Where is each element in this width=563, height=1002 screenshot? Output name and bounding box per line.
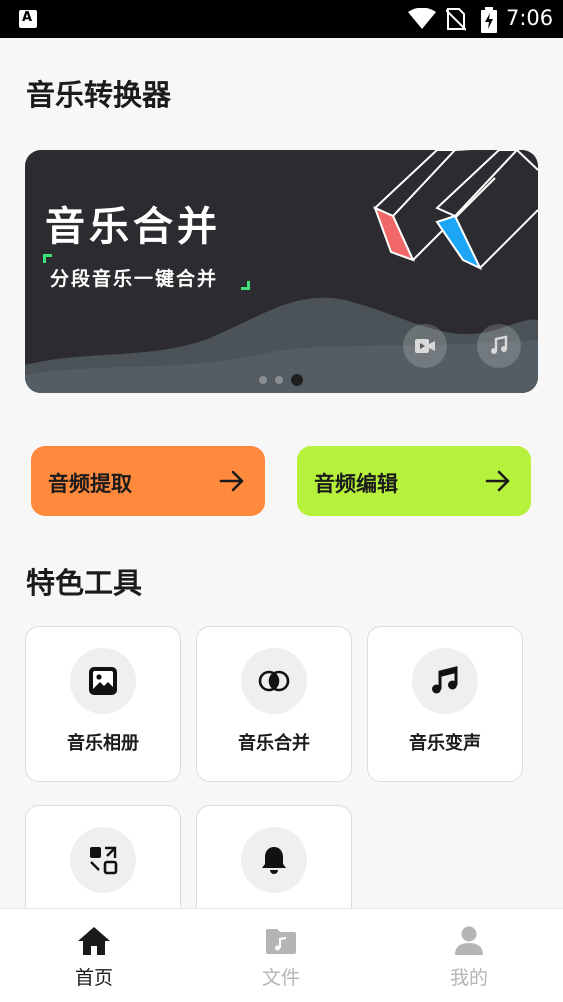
arrow-right-icon	[485, 470, 510, 492]
tool-icon-circle	[241, 827, 307, 893]
bracket-decoration	[43, 254, 52, 263]
merge-circles-icon	[258, 670, 290, 692]
battery-charging-icon	[481, 7, 497, 33]
video-icon	[415, 339, 435, 353]
tool-music-album[interactable]: 音乐相册	[25, 626, 181, 782]
banner-subtitle: 分段音乐一键合并	[50, 268, 219, 290]
banner-music-button[interactable]	[477, 324, 521, 368]
format-convert-icon	[90, 846, 118, 875]
tool-icon-circle	[241, 648, 307, 714]
tool-music-merge[interactable]: 音乐合并	[196, 626, 352, 782]
nav-item-profile[interactable]: 我的	[409, 909, 529, 1002]
status-time: 7:06	[506, 6, 554, 30]
tool-label: 音乐相册	[67, 733, 139, 754]
music-note-icon	[432, 666, 458, 694]
page-title: 音乐转换器	[26, 78, 172, 112]
nav-item-files[interactable]: 文件	[221, 909, 341, 1002]
tool-voice-changer[interactable]: 音乐变声	[367, 626, 523, 782]
audio-extract-label: 音频提取	[48, 472, 132, 496]
music-note-icon	[491, 335, 508, 354]
status-bar: A 7:06	[0, 0, 563, 38]
music-folder-icon	[266, 929, 296, 954]
app-notification-icon: A	[19, 10, 37, 28]
user-icon	[455, 926, 483, 955]
nav-label-profile: 我的	[449, 967, 488, 989]
banner-title: 音乐合并	[45, 204, 221, 250]
bell-icon	[262, 847, 286, 874]
arrow-right-icon	[219, 470, 244, 492]
wifi-icon	[408, 8, 436, 29]
nav-item-home[interactable]: 首页	[34, 909, 154, 1002]
promo-banner[interactable]: 音乐合并 分段音乐一键合并	[25, 150, 538, 393]
tool-icon-circle	[412, 648, 478, 714]
app-notification-letter: A	[22, 10, 33, 25]
section-title: 特色工具	[26, 566, 143, 600]
no-sim-icon	[446, 8, 466, 31]
tool-icon-circle	[70, 827, 136, 893]
bracket-decoration	[241, 281, 250, 290]
banner-video-button[interactable]	[403, 324, 447, 368]
bottom-navigation: 首页 文件 我的	[0, 908, 563, 1002]
tool-label: 音乐合并	[238, 733, 310, 754]
audio-edit-label: 音频编辑	[314, 472, 398, 496]
carousel-dot-active[interactable]	[291, 374, 303, 386]
image-icon	[89, 667, 117, 695]
carousel-dot[interactable]	[275, 376, 283, 384]
audio-extract-button[interactable]: 音频提取	[31, 446, 265, 516]
tool-icon-circle	[70, 648, 136, 714]
carousel-dot[interactable]	[259, 376, 267, 384]
tool-label: 音乐变声	[409, 733, 481, 754]
home-icon	[78, 927, 110, 955]
nav-label-home: 首页	[74, 967, 113, 989]
nav-label-files: 文件	[261, 967, 300, 989]
audio-edit-button[interactable]: 音频编辑	[297, 446, 531, 516]
